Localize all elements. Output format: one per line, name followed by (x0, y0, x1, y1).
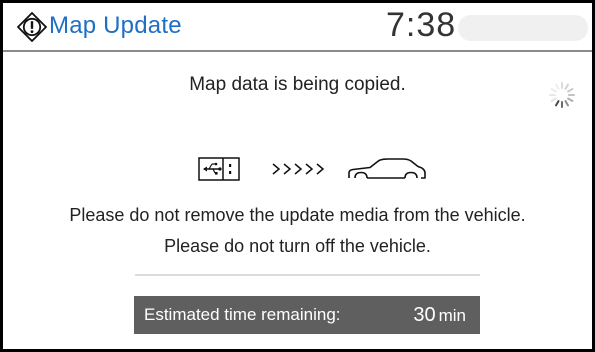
eta-unit: min (438, 306, 466, 325)
map-update-screen: Map Update 7:38 Map data is being copied… (0, 0, 595, 352)
divider (135, 274, 480, 276)
warning-power-off: Please do not turn off the vehicle. (164, 236, 431, 256)
eta-value: 30 min (413, 296, 466, 336)
header-bar: Map Update 7:38 (3, 3, 592, 52)
eta-label: Estimated time remaining: (144, 305, 341, 324)
transfer-arrows (272, 163, 325, 175)
transfer-diagram (189, 151, 439, 187)
status-message: Map data is being copied. (189, 74, 406, 95)
clock-time: 7:38 (386, 6, 457, 44)
usb-media-icon (198, 157, 240, 181)
estimated-time-bar: Estimated time remaining: 30 min (134, 296, 480, 334)
car-icon (348, 158, 426, 179)
page-title: Map Update (49, 12, 182, 39)
status-area (458, 15, 588, 41)
loading-spinner-icon (549, 82, 575, 108)
eta-number: 30 (413, 304, 436, 326)
warning-circle-icon (17, 12, 47, 42)
warning-remove-media: Please do not remove the update media fr… (69, 205, 526, 225)
